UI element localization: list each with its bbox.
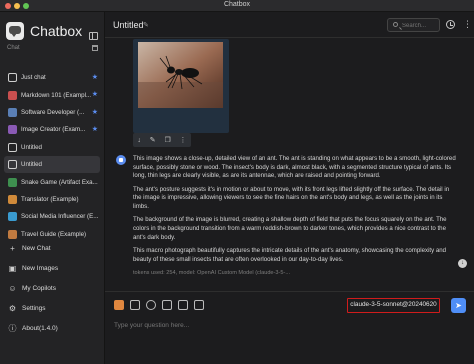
chat-item[interactable]: Untitled [0,139,104,156]
developer-avatar-icon [8,107,17,117]
chat-item-label: Image Creator (Exam... [21,126,86,134]
pencil-icon[interactable]: ✎ [143,21,149,29]
chat-item[interactable]: Software Developer (... ★ [0,104,104,121]
assistant-message: This image shows a close-up, detailed vi… [133,155,457,277]
message-input[interactable] [114,318,414,332]
window-title: Chatbox [223,1,251,8]
message-paragraph: This macro photograph beautifully captur… [133,246,447,263]
more-vertical-icon[interactable]: ⋮ [463,19,472,30]
chat-item[interactable]: Social Media Influencer (E... [0,208,104,225]
nav-item-label: New Chat [22,244,51,252]
chat-item-label: Software Developer (... [21,108,85,116]
chat-bubble-icon [8,142,17,152]
sidebar-toggle-icon[interactable] [89,32,98,40]
token-usage: tokens used: 254, model: OpenAI Custom M… [133,269,291,276]
chat-list: Just chat ★ Markdown 101 (Exampl... ★ Softwa… [0,69,104,243]
user-image-message [133,39,229,133]
scroll-down-icon[interactable]: ↓ [458,259,467,268]
sidebar-bottom-nav: + New Chat ▣ New Images ☺ My Copilots ⚙ Setting… [0,238,104,338]
copy-icon[interactable]: ❐ [164,136,170,144]
attach-image-icon[interactable] [162,300,172,310]
brand-name: Chatbox [30,23,83,39]
download-icon[interactable]: ↓ [137,137,141,144]
chat-item[interactable]: Snake Game (Artifact Exa... [0,173,104,190]
chat-item-label: Travel Guide (Example) [21,230,87,238]
chat-bubble-icon [8,73,17,83]
sidebar: Chatbox Chat Just chat ★ Markdown 101 (Exa… [0,12,105,364]
copilot-icon: ☺ [8,283,17,293]
social-media-avatar-icon [8,212,17,222]
assistant-avatar [116,155,126,165]
edit-message-icon[interactable]: ✎ [150,136,156,144]
chat-item-label: Markdown 101 (Exampl... [21,91,92,99]
new-thread-icon[interactable] [146,300,156,310]
copilot-icon[interactable] [114,300,124,310]
section-label-chat: Chat [7,45,20,51]
nav-item-label: About(1.4.0) [22,324,58,332]
chat-item-label: Just chat [21,74,46,82]
search-input[interactable] [402,20,439,31]
translator-avatar-icon [8,194,17,204]
send-button[interactable]: ➤ [451,298,466,313]
search-icon [393,22,398,27]
chat-item[interactable]: Markdown 101 (Exampl... ★ [0,86,104,103]
clear-context-icon[interactable] [130,300,140,310]
message-paragraph: This image shows a close-up, detailed vi… [133,155,456,180]
snake-game-avatar-icon [8,177,17,187]
nav-item[interactable]: ⓘ About(1.4.0) [0,318,104,338]
window-titlebar: Chatbox [0,0,474,12]
chatbox-logo-icon [6,22,24,40]
chat-item[interactable]: Just chat ★ [0,69,104,86]
history-icon[interactable] [446,20,455,29]
star-icon[interactable]: ★ [92,108,98,116]
chat-item[interactable]: Image Creator (Exam... ★ [0,121,104,138]
chat-item-label: Translator (Example) [21,195,79,203]
nav-item-label: Settings [22,304,46,312]
main-panel: Untitled ✎ ⋮ ↓ ✎ [105,12,474,364]
settings-sliders-icon[interactable] [194,300,204,310]
message-paragraph: The background of the image is blurred, … [133,216,447,241]
markdown-avatar-icon [8,90,17,100]
message-actions-toolbar: ↓ ✎ ❐ ⋮ [133,133,191,147]
chat-item-label: Untitled [21,161,42,169]
message-paragraph: The ant's posture suggests it's in motio… [133,185,450,211]
nav-item[interactable]: + New Chat [0,238,104,258]
ant-photo[interactable] [138,42,223,108]
nav-item-label: My Copilots [22,284,56,292]
input-area: claude-3-5-sonnet@20240620 ➤ [105,291,474,364]
input-toolbar [114,300,204,310]
info-icon: ⓘ [8,323,17,333]
chat-item[interactable]: Translator (Example) [0,191,104,208]
nav-item-label: New Images [22,264,59,272]
conversation-header: Untitled ✎ ⋮ [105,12,474,38]
conversation-title[interactable]: Untitled [113,20,144,30]
star-icon[interactable]: ★ [92,73,98,81]
gear-icon: ⚙ [8,303,17,313]
attach-file-icon[interactable] [178,300,188,310]
chat-bubble-icon [8,160,17,170]
star-icon[interactable]: ★ [92,125,98,133]
plus-icon: + [10,243,15,253]
nav-item[interactable]: ☺ My Copilots [0,278,104,298]
brand: Chatbox [6,20,82,42]
chat-item-label: Social Media Influencer (E... [21,213,99,221]
more-options-icon[interactable]: ⋮ [180,136,187,144]
image-icon: ▣ [8,263,17,273]
trash-icon[interactable] [92,45,98,51]
nav-item[interactable]: ▣ New Images [0,258,104,278]
star-icon[interactable]: ★ [92,90,98,98]
chat-item-label: Snake Game (Artifact Exa... [21,178,98,186]
chat-item[interactable]: Untitled [4,155,100,174]
chat-item-label: Untitled [21,143,42,151]
search-box[interactable] [387,18,440,32]
model-selector[interactable]: claude-3-5-sonnet@20240620 [347,298,440,313]
nav-item[interactable]: ⚙ Settings [0,298,104,318]
image-creator-avatar-icon [8,125,17,135]
